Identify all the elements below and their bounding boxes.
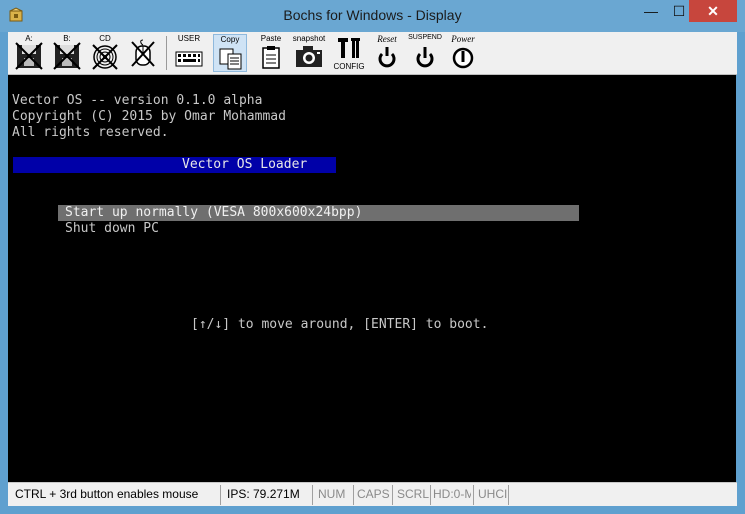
floppy-icon [53,42,81,70]
config-button[interactable]: CONFIG [332,34,366,72]
cdrom-icon [92,44,118,70]
mouse-icon [131,39,155,67]
power-icon [452,47,474,69]
suspend-button[interactable]: SUSPEND [408,34,442,72]
title-bar[interactable]: Bochs for Windows - Display — ☐ ✕ [0,0,745,32]
caps-lock-indicator: CAPS [357,487,390,501]
paste-button[interactable]: Paste [254,34,288,72]
navigation-hint: [↑/↓] to move around, [ENTER] to boot. [191,317,489,332]
bochs-window: Bochs for Windows - Display — ☐ ✕ A: B: [0,0,745,514]
status-separator [430,485,431,505]
num-lock-indicator: NUM [318,487,346,501]
toolbar: A: B: CD USER Copy Paste snapshot CONFIG… [8,32,737,75]
floppy-b-button[interactable]: B: [50,34,84,72]
status-separator [353,485,354,505]
menu-item-start-normally[interactable]: Start up normally (VESA 800x600x24bpp) [65,205,362,221]
copy-icon [219,48,242,70]
status-separator [312,485,313,505]
cdrom-button[interactable]: CD [88,34,122,72]
paste-icon [262,46,280,69]
ips-indicator: IPS: 79.271M [227,487,300,501]
emulator-display[interactable]: Vector OS -- version 0.1.0 alpha Copyrig… [8,75,736,482]
status-separator [220,485,221,505]
user-button[interactable]: USER [172,34,206,72]
status-separator [473,485,474,505]
scroll-lock-indicator: SCRL [397,487,430,501]
minimize-button[interactable]: — [637,0,665,22]
power-button[interactable]: Power [446,34,480,72]
close-button[interactable]: ✕ [689,0,737,22]
window-title: Bochs for Windows - Display [283,7,462,23]
camera-icon [296,46,322,67]
config-label: CONFIG [333,62,365,71]
floppy-icon [15,42,43,70]
status-separator [508,485,509,505]
status-bar: CTRL + 3rd button enables mouse IPS: 79.… [8,482,737,507]
uhci-indicator: UHCI [478,487,508,501]
toolbar-separator [166,36,167,70]
menu-item-shut-down[interactable]: Shut down PC [65,221,159,237]
reset-button[interactable]: Reset [370,34,404,72]
floppy-a-button[interactable]: A: [12,34,46,72]
reset-icon [378,47,396,68]
hard-disk-indicator: HD:0-M [433,487,471,501]
rights-line: All rights reserved. [12,125,169,140]
status-message: CTRL + 3rd button enables mouse [15,487,199,501]
window-bottom-border [0,506,745,514]
mouse-button[interactable] [126,34,160,72]
copyright-line: Copyright (C) 2015 by Omar Mohammad [12,109,286,124]
status-separator [392,485,393,505]
snapshot-button[interactable]: snapshot [292,34,326,72]
loader-title: Vector OS Loader [182,157,308,172]
suspend-icon [416,47,434,68]
version-line: Vector OS -- version 0.1.0 alpha [12,93,263,108]
config-icon [338,38,360,58]
keyboard-icon [175,51,203,67]
copy-button[interactable]: Copy [213,34,247,72]
suspend-label: SUSPEND [408,34,442,41]
